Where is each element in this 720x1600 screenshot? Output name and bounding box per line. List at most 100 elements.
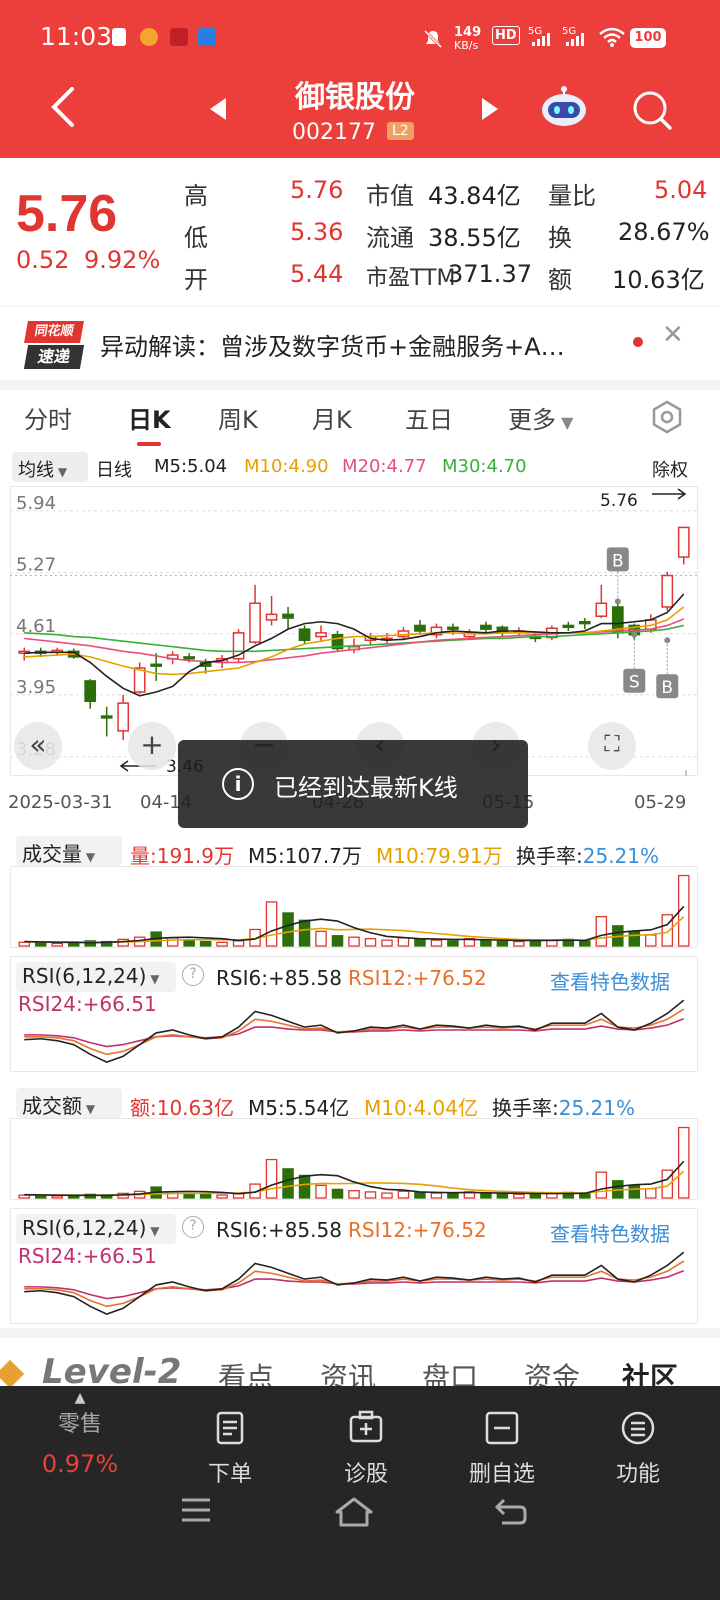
search-icon[interactable] [630,88,674,132]
back-nav-icon[interactable] [494,1496,528,1526]
news-banner[interactable]: 同花顺 速递 异动解读：曾涉及数字货币+金融服务+A… [0,306,720,380]
tab-capital[interactable]: 资金 [524,1356,580,1388]
candle [183,656,195,660]
zoom-in-icon[interactable]: + [128,722,176,770]
quote-value: 5.36 [290,218,344,246]
home-icon[interactable] [334,1496,374,1528]
volume-bar [67,942,80,947]
tab-daily[interactable]: 日K [128,400,171,435]
candle [84,680,97,703]
volume-bar [315,930,327,947]
volume-selector[interactable]: 成交量 ▼ [16,836,122,866]
ma5-value: M5:5.04 [154,456,228,477]
rsi-chart[interactable] [10,1242,698,1322]
amount-bar [34,1195,47,1199]
amount-m10: M10:4.04亿 [364,1096,478,1120]
level2-logo: Level-2 [42,1352,182,1388]
tab-more[interactable]: 更多 ▼ [508,400,573,435]
amount-bar [529,1193,542,1199]
volume-bar [414,938,426,947]
volume-bar [265,901,278,947]
remove-watchlist-button[interactable]: 删自选 [442,1410,562,1488]
news-headline[interactable]: 异动解读：曾涉及数字货币+金融服务+A… [100,327,620,362]
tab-highlights[interactable]: 看点 [218,1356,274,1388]
amount-chart[interactable] [10,1118,698,1200]
level2-tab-strip: Level-2 看点 资讯 盘口 资金 社区 [0,1338,720,1388]
menu-icon[interactable] [180,1496,212,1524]
volume-bar [430,939,443,947]
svg-text:5G: 5G [562,26,576,37]
adjust-toggle[interactable]: 除权 [652,456,688,482]
chevron-down-icon: ▼ [146,1224,160,1238]
marker-dot [631,631,638,638]
volume-bar [216,941,228,947]
price-change: 0.52 [16,246,70,274]
order-icon [216,1411,244,1445]
rsi-chart[interactable] [10,990,698,1070]
robot-assistant-icon[interactable] [540,86,588,128]
quote-label: 流通 [366,224,414,252]
rsi-selector[interactable]: RSI(6,12,24) ▼ [16,962,176,992]
amount-bar [315,1184,327,1199]
functions-button[interactable]: 功能 [578,1410,698,1488]
place-order-button[interactable]: 下单 [170,1410,290,1488]
volume-chart[interactable] [10,866,698,948]
quote-label: 开 [184,266,208,294]
quote-label: 低 [184,224,208,252]
quote-value: 5.04 [654,176,708,204]
tab-weekly[interactable]: 周K [218,400,258,435]
tab-five-day[interactable]: 五日 [405,400,453,435]
quote-label: 市盈TTM [366,266,456,291]
news-logo: 同花顺 速递 [23,321,85,369]
heart-app-icon [140,28,158,46]
amount-bar [348,1190,360,1199]
tab-news[interactable]: 资讯 [320,1356,376,1388]
rsi6-line [24,1251,685,1315]
remove-icon [485,1411,519,1445]
amount-selector[interactable]: 成交额 ▼ [16,1088,122,1118]
rsi-selector[interactable]: RSI(6,12,24) ▼ [16,1214,176,1244]
candle [578,621,591,625]
prev-stock-icon[interactable] [208,96,228,122]
amount-bar [447,1192,459,1199]
clipboard-icon [112,28,126,46]
y-tick-label: 5.27 [16,555,56,576]
diagnose-stock-button[interactable]: 诊股 [306,1410,426,1488]
volume-m10: M10:79.91万 [376,844,503,868]
amount-bar [166,1191,179,1199]
volume-bar [447,940,459,947]
l2-badge[interactable]: L2 [387,122,414,140]
volume-bar [51,942,63,947]
divider [0,380,720,390]
tab-community[interactable]: 社区 [622,1356,678,1388]
volume-bar [34,942,47,947]
volume-bar [397,937,410,947]
next-stock-icon[interactable] [480,96,500,122]
status-time: 11:03 [40,22,113,51]
amount-bar [677,1126,690,1199]
volume-bar [496,940,509,947]
tab-monthly[interactable]: 月K [312,400,352,435]
y-tick-label: 3.95 [16,677,56,698]
tab-intraday[interactable]: 分时 [24,400,72,435]
tab-order-book[interactable]: 盘口 [422,1356,478,1388]
candle [133,667,146,693]
settings-icon[interactable] [650,400,684,434]
ma-selector[interactable]: 均线 ▼ [12,452,88,482]
ma20-value: M20:4.77 [342,456,427,477]
amount-bar [645,1188,657,1199]
chevron-down-icon: ▼ [82,850,96,864]
amount-bar [496,1192,509,1199]
help-icon[interactable]: ? [182,1216,204,1238]
amount-bar [430,1192,443,1199]
retail-indicator[interactable]: ▲ 零售 0.97% [20,1390,140,1478]
close-icon[interactable]: ✕ [662,320,684,350]
quote-value: 5.44 [290,260,344,288]
fullscreen-icon[interactable]: ⛶ [588,722,636,770]
ma10-value: M10:4.90 [244,456,329,477]
back-icon[interactable] [48,85,78,129]
volume-bar [298,919,311,947]
candle [677,526,690,558]
collapse-icon[interactable]: « [14,722,62,770]
help-icon[interactable]: ? [182,964,204,986]
